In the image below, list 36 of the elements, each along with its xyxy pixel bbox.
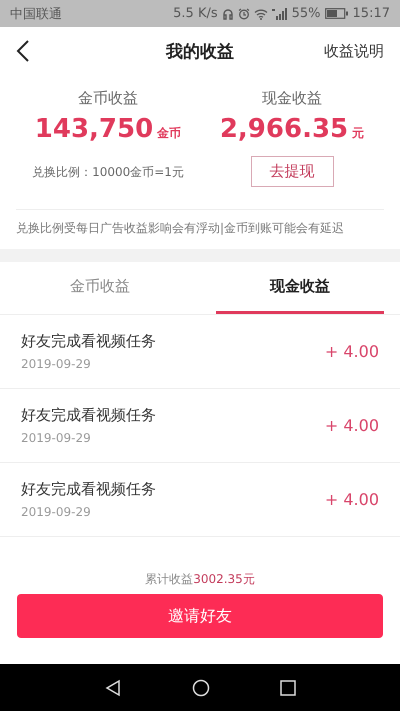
- coin-earnings-value: 143,750: [34, 114, 154, 144]
- record-title: 好友完成看视频任务: [21, 332, 156, 351]
- recents-nav-icon[interactable]: [280, 680, 296, 696]
- coin-earnings-label: 金币收益: [78, 89, 138, 108]
- record-date: 2019-09-29: [21, 431, 92, 445]
- withdraw-button[interactable]: 去提现: [250, 156, 334, 187]
- record-date: 2019-09-29: [21, 357, 92, 371]
- total-earnings-label: 累计收益: [145, 572, 194, 586]
- record-amount: + 4.00: [324, 342, 379, 361]
- record-title: 好友完成看视频任务: [21, 480, 156, 499]
- page-title: 我的收益: [164, 40, 235, 62]
- cash-earnings-label: 现金收益: [262, 89, 322, 108]
- back-nav-icon[interactable]: [104, 678, 122, 696]
- headphones-icon: [222, 8, 234, 20]
- cash-unit: 元: [352, 125, 364, 142]
- record-title: 好友完成看视频任务: [21, 406, 156, 425]
- home-nav-icon[interactable]: [192, 678, 210, 696]
- record-amount: + 4.00: [324, 490, 379, 509]
- battery-icon: [324, 8, 349, 19]
- wifi-icon: [254, 8, 268, 20]
- network-speed: 5.5 K/s: [173, 6, 218, 21]
- back-icon[interactable]: [16, 39, 30, 63]
- record-amount: + 4.00: [324, 416, 379, 435]
- notice-text: 兑换比例受每日广告收益影响会有浮动|金币到账可能会有延迟: [16, 220, 346, 237]
- carrier-name: 中国联通: [10, 6, 62, 22]
- exchange-rate-text: 兑换比例：10000金币=1元: [32, 164, 184, 181]
- alarm-icon: [238, 8, 250, 20]
- total-earnings-amount: 3002.35元: [193, 572, 255, 586]
- invite-friends-button[interactable]: 邀请好友: [17, 594, 383, 638]
- battery-percent: 55%: [292, 6, 321, 21]
- earnings-info-link[interactable]: 收益说明: [324, 42, 384, 60]
- coin-unit: 金币: [157, 125, 182, 142]
- signal-icon: [272, 8, 288, 20]
- record-date: 2019-09-29: [21, 505, 92, 519]
- cash-earnings-value: 2,966.35: [220, 114, 348, 144]
- clock-time: 15:17: [352, 6, 390, 21]
